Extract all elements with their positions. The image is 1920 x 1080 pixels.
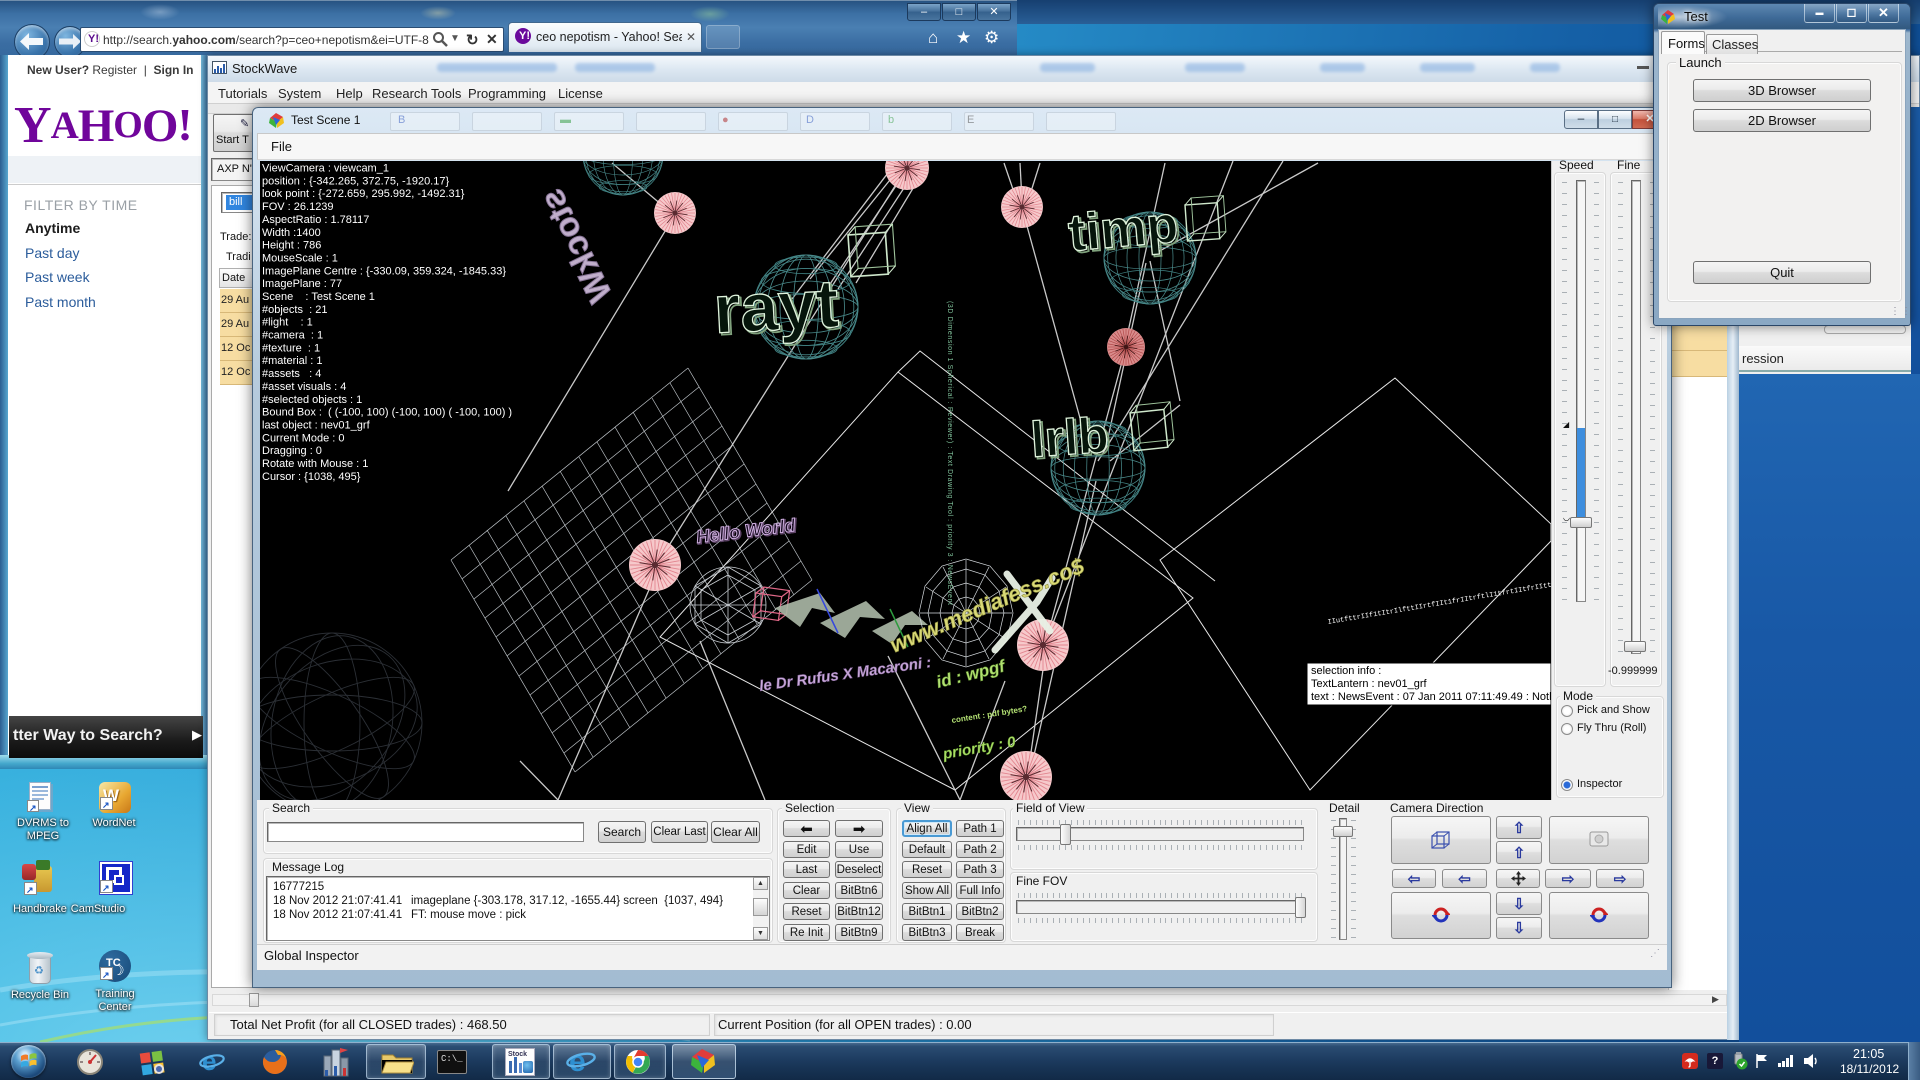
- svg-text:selection info :: selection info :: [1311, 665, 1381, 677]
- svg-text:TextLantern : nev01_grf: TextLantern : nev01_grf: [1311, 678, 1428, 690]
- svg-text:rayt: rayt: [712, 266, 841, 348]
- svg-text:(3D Dimension 1 Spherical : Re: (3D Dimension 1 Spherical : Reviewer) : …: [946, 301, 953, 606]
- svg-text:e: e: [202, 1048, 216, 1076]
- svg-text:lrlb: lrlb: [1029, 407, 1111, 468]
- svg-text:text : NewsEvent : 07 Jan 2011: text : NewsEvent : 07 Jan 2011 07:11:49.…: [1311, 691, 1551, 703]
- svg-text:timp: timp: [1066, 196, 1180, 263]
- svg-text:e: e: [569, 1045, 586, 1077]
